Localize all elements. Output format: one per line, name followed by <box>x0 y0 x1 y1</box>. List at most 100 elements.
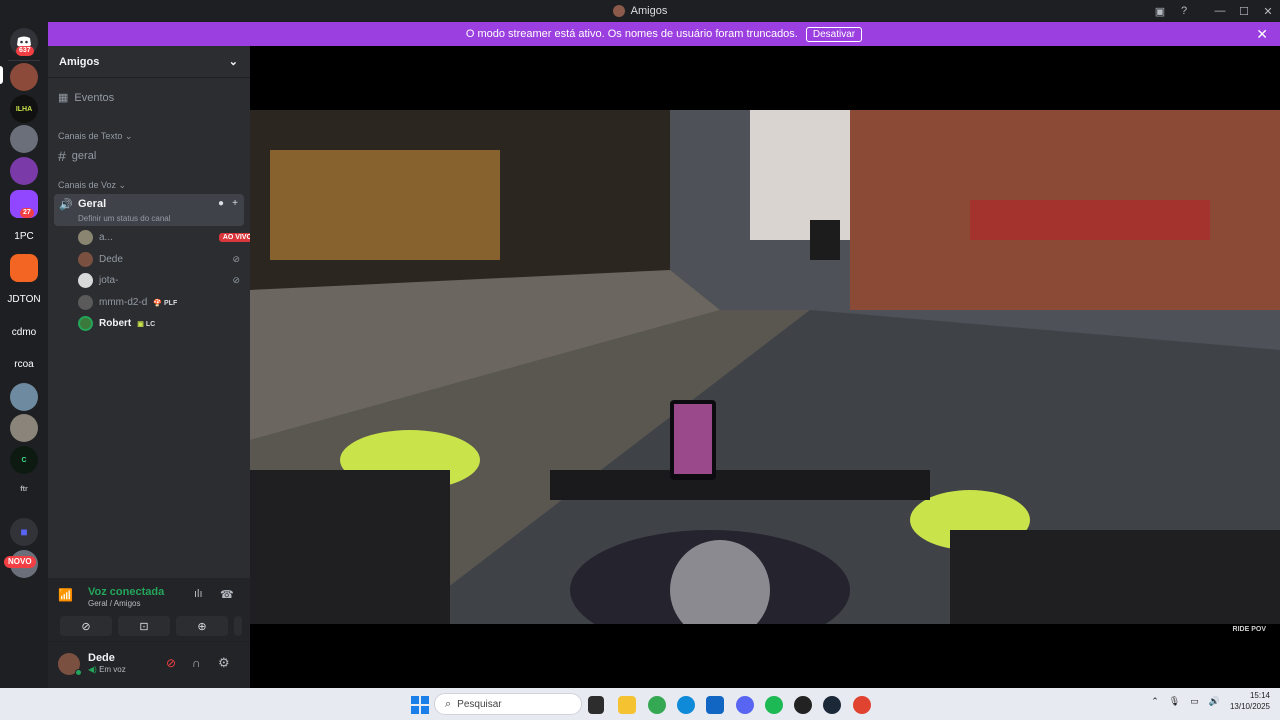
rail-divider <box>8 60 40 61</box>
video-frame <box>250 110 1280 624</box>
channel-geral-text[interactable]: # geral <box>58 148 96 164</box>
invite-icon[interactable]: + <box>232 198 238 209</box>
signal-icon: 📶 <box>58 588 73 602</box>
server-text-4[interactable]: rcoa <box>4 350 44 378</box>
minimize-button[interactable]: — <box>1208 0 1232 22</box>
disconnect-icon[interactable]: ☎ <box>220 588 234 601</box>
voice-user[interactable]: jota- ⊘ <box>78 273 240 288</box>
events-label: Eventos <box>74 91 115 104</box>
avatar <box>78 316 93 331</box>
stream-view[interactable]: RIDE POV <box>250 46 1280 688</box>
spotify-icon[interactable] <box>765 696 783 714</box>
chrome-icon[interactable] <box>648 696 666 714</box>
inbox-icon[interactable]: ▣ <box>1148 0 1172 22</box>
window-title: Amigos <box>612 5 668 17</box>
text-channel-name: geral <box>71 150 97 162</box>
server-text-2[interactable]: JDTON <box>4 285 44 313</box>
voice-status-hint[interactable]: Definir um status do canal <box>78 214 171 223</box>
voice-location[interactable]: Geral / Amigos <box>88 599 140 608</box>
server-ilha[interactable]: ILHA <box>10 95 38 123</box>
voice-user[interactable]: a... AO VIVO <box>78 230 256 245</box>
server-avatar-8[interactable]: ftr <box>10 475 38 503</box>
server-rail: 637 ILHA 27 1PC JDTON cdmo rcoa C ftr ■ … <box>0 22 48 688</box>
home-badge: 637 <box>16 46 34 56</box>
display-icon[interactable]: ▭ <box>1190 696 1199 707</box>
new-badge: NOVO <box>4 556 36 568</box>
user-name: Robert <box>99 318 132 329</box>
server-avatar-6[interactable] <box>10 414 38 442</box>
server-avatar-5[interactable] <box>10 383 38 411</box>
search-placeholder: Pesquisar <box>457 698 502 710</box>
mic-icon[interactable]: 🎙 <box>1169 696 1180 707</box>
clock[interactable]: 15:14 13/10/2025 <box>1230 690 1270 712</box>
speaker-icon: 🔊 <box>59 199 73 211</box>
voice-user-speaking[interactable]: Robert ▣ LC <box>78 316 238 331</box>
title-bar: Amigos ▣ ? — ☐ ✕ <box>0 0 1280 22</box>
voice-channel-geral[interactable]: 🔊 Geral Definir um status do canal ● + <box>54 194 244 226</box>
user-panel: Dede ◀) Em voz ⊘ ∩ ⚙ <box>48 642 250 688</box>
server-avatar-4[interactable] <box>10 157 38 185</box>
home-button[interactable]: 637 <box>10 28 38 56</box>
clan-tag-text: PLF <box>164 299 178 307</box>
discord-taskbar-icon[interactable] <box>736 696 754 714</box>
events-item[interactable]: ▦ Eventos <box>58 91 115 105</box>
user-status-text: Em voz <box>99 665 126 674</box>
server-header[interactable]: Amigos ⌄ <box>48 46 250 78</box>
server-avatar-3[interactable] <box>10 125 38 153</box>
disable-streamer-button[interactable]: Desativar <box>805 26 863 42</box>
task-view-icon[interactable] <box>588 696 604 714</box>
avatar <box>78 252 93 267</box>
user-name[interactable]: Dede <box>88 652 115 664</box>
stream-video[interactable] <box>250 110 1280 624</box>
headphones-icon[interactable]: ∩ <box>192 656 201 670</box>
taskbar-search[interactable]: ⌕ Pesquisar <box>434 693 582 715</box>
edge-icon[interactable] <box>677 696 695 714</box>
voice-connection-panel: 📶 Voz conectada Geral / Amigos ılı ☎ ⊘ ⊡… <box>48 578 250 642</box>
voice-user[interactable]: mmm-d2-d 🍄 PLF <box>78 295 238 310</box>
outlook-icon[interactable] <box>706 696 724 714</box>
deafened-icon: ⊘ <box>232 275 240 285</box>
server-text-1[interactable]: 1PC <box>4 222 44 250</box>
voice-status[interactable]: Voz conectada <box>88 586 164 598</box>
server-avatar-7[interactable]: C <box>10 446 38 474</box>
soundboard-button[interactable] <box>234 616 242 636</box>
help-icon[interactable]: ? <box>1172 0 1196 22</box>
clan-tag: 🍄 PLF <box>153 299 178 307</box>
windows-logo <box>411 696 429 714</box>
user-name: jota- <box>99 275 119 286</box>
steam-icon[interactable] <box>823 696 841 714</box>
chat-icon[interactable]: ● <box>218 198 224 209</box>
volume-icon[interactable]: 🔊 <box>1209 696 1220 707</box>
voice-category[interactable]: Canais de Voz ⌄ <box>58 180 126 191</box>
camera-off-button[interactable]: ⊘ <box>60 616 112 636</box>
text-category-label: Canais de Texto <box>58 131 123 141</box>
notification-app-icon[interactable] <box>853 696 871 714</box>
app-icon[interactable] <box>794 696 812 714</box>
server-orange[interactable] <box>10 254 38 282</box>
gear-icon[interactable]: ⚙ <box>218 655 230 671</box>
server-amigos[interactable] <box>10 63 38 91</box>
banner-close-icon[interactable]: ✕ <box>1256 26 1268 43</box>
folder-icon[interactable]: ■ <box>10 518 38 546</box>
mic-muted-icon[interactable]: ⊘ <box>166 656 176 670</box>
chevron-up-icon[interactable]: ⌃ <box>1151 696 1159 707</box>
server-avatar-9[interactable]: NOVO <box>4 550 38 578</box>
server-text-3[interactable]: cdmo <box>4 318 44 346</box>
window-title-text: Amigos <box>630 5 668 17</box>
voice-user[interactable]: Dede ⊘ <box>78 252 240 267</box>
close-window-button[interactable]: ✕ <box>1256 0 1280 22</box>
server-name: Amigos <box>59 55 100 68</box>
server-twitch[interactable]: 27 <box>10 190 38 218</box>
active-server-pill <box>0 66 3 84</box>
clock-time: 15:14 <box>1249 691 1270 700</box>
noise-suppression-icon[interactable]: ılı <box>194 588 203 600</box>
avatar <box>78 295 93 310</box>
maximize-button[interactable]: ☐ <box>1232 0 1256 22</box>
windows-start-icon[interactable] <box>411 696 429 714</box>
activities-button[interactable]: ⊕ <box>176 616 228 636</box>
online-status-icon <box>75 669 82 676</box>
search-icon: ⌕ <box>445 697 452 710</box>
text-category[interactable]: Canais de Texto ⌄ <box>58 131 132 142</box>
screen-share-button[interactable]: ⊡ <box>118 616 170 636</box>
file-explorer-icon[interactable] <box>618 696 636 714</box>
